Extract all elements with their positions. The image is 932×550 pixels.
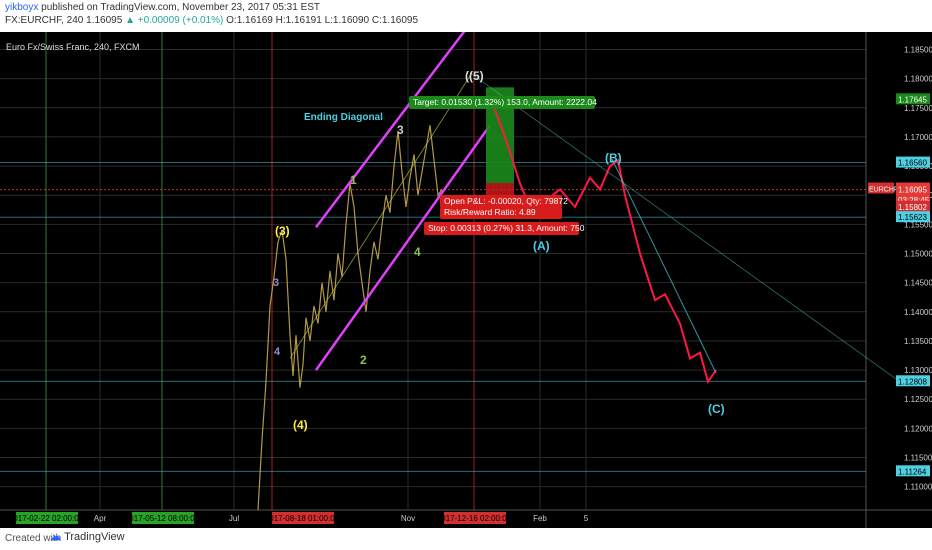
y-tick-label: 1.18000: [904, 75, 932, 84]
ohlc-open: O:1.16169: [226, 15, 273, 26]
symbol-tag: EURCHF: [869, 187, 898, 194]
price-tag-lower-line: 1.15623: [898, 213, 927, 222]
y-tick-label: 1.14000: [904, 308, 932, 317]
wave-C-label: (C): [708, 402, 725, 416]
y-tick-label: 1.17500: [904, 104, 932, 113]
x-tick-apr: Apr: [94, 514, 107, 523]
y-tick-label: 1.12500: [904, 395, 932, 404]
published-text: published on TradingView.com, November 2…: [38, 2, 321, 13]
y-tick-label: 1.11000: [904, 483, 932, 492]
symbol-name: FX:EURCHF, 240: [5, 15, 84, 26]
rr-label: Risk/Reward Ratio: 4.89: [444, 207, 536, 217]
wave-4-label: 4: [414, 245, 421, 259]
y-tick-label: 1.17000: [904, 133, 932, 142]
target-label: Target: 0.01530 (1.32%) 153.0, Amount: 2…: [413, 97, 597, 107]
wave-3-label: 3: [397, 123, 404, 137]
chart-title: Euro Fx/Swiss Franc, 240, FXCM: [6, 42, 140, 52]
tradingview-brand: TradingView: [64, 531, 125, 543]
x-tick-5: 5: [584, 514, 589, 523]
y-tick-label: 1.14500: [904, 279, 932, 288]
wave-3-paren: (3): [275, 224, 290, 238]
wave-4-paren: (4): [293, 418, 308, 432]
y-tick-label: 1.15000: [904, 250, 932, 259]
price-tag-upper-line: 1.16560: [898, 159, 927, 168]
ohlc-close: C:1.16095: [371, 15, 419, 26]
chart-svg[interactable]: 1.185001.180001.175001.170001.165001.160…: [0, 28, 932, 528]
price-tag-bottom: 1.11264: [898, 467, 927, 476]
symbol-line: FX:EURCHF, 240 1.16095 ▲ +0.00009 (+0.01…: [5, 15, 418, 26]
y-tick-label: 1.18500: [904, 45, 932, 54]
last-price: 1.16095: [86, 15, 123, 26]
price-tag-upper-band: 1.17645: [898, 95, 927, 104]
price-tag-close: 1.16095: [898, 186, 927, 195]
x-date-3: 2017-08-18 01:00:00: [265, 514, 340, 523]
y-tick-label: 1.13000: [904, 366, 932, 375]
x-tick-nov: Nov: [401, 514, 415, 523]
chart-area[interactable]: 1.185001.180001.175001.170001.165001.160…: [0, 28, 932, 528]
price-tag-stop: 1.15802: [898, 203, 927, 212]
wave-B-label: (B): [605, 151, 622, 165]
publisher-line: yikboyx published on TradingView.com, No…: [5, 2, 320, 13]
x-tick-jul: Jul: [229, 514, 239, 523]
wave-A-label: (A): [533, 239, 550, 253]
x-date-4: 2017-12-16 02:00:00: [437, 514, 512, 523]
ohlc-low: L:1.16090: [324, 15, 370, 26]
x-date-2: 2017-05-12 08:00:00: [125, 514, 200, 523]
y-tick-label: 1.12000: [904, 424, 932, 433]
ending-diagonal-label: Ending Diagonal: [304, 112, 383, 123]
wave-small-4: 4: [274, 346, 281, 358]
author-link[interactable]: yikboyx: [5, 2, 38, 13]
price-change: ▲ +0.00009 (+0.01%): [125, 15, 224, 26]
footer-bar: Created with ☁ TradingView: [0, 528, 932, 550]
wave-small-3: 3: [273, 277, 279, 289]
y-tick-label: 1.11500: [904, 454, 932, 463]
x-tick-feb: Feb: [533, 514, 547, 523]
header-bar: yikboyx published on TradingView.com, No…: [0, 0, 932, 30]
x-date-1: 2017-02-22 02:00:00: [9, 514, 84, 523]
price-tag-target-c: 1.12808: [898, 377, 927, 386]
stop-label: Stop: 0.00313 (0.27%) 31.3, Amount: 750: [428, 223, 585, 233]
wave-5-paren: ((5): [465, 69, 484, 83]
tradingview-logo[interactable]: ☁ TradingView: [50, 530, 125, 543]
ohlc-high: H:1.16191: [275, 15, 322, 26]
open-pl-label: Open P&L: -0.00020, Qty: 79872: [444, 196, 568, 206]
wave-1-label: 1: [350, 173, 357, 187]
wave-2-label: 2: [360, 353, 367, 367]
y-tick-label: 1.13500: [904, 337, 932, 346]
